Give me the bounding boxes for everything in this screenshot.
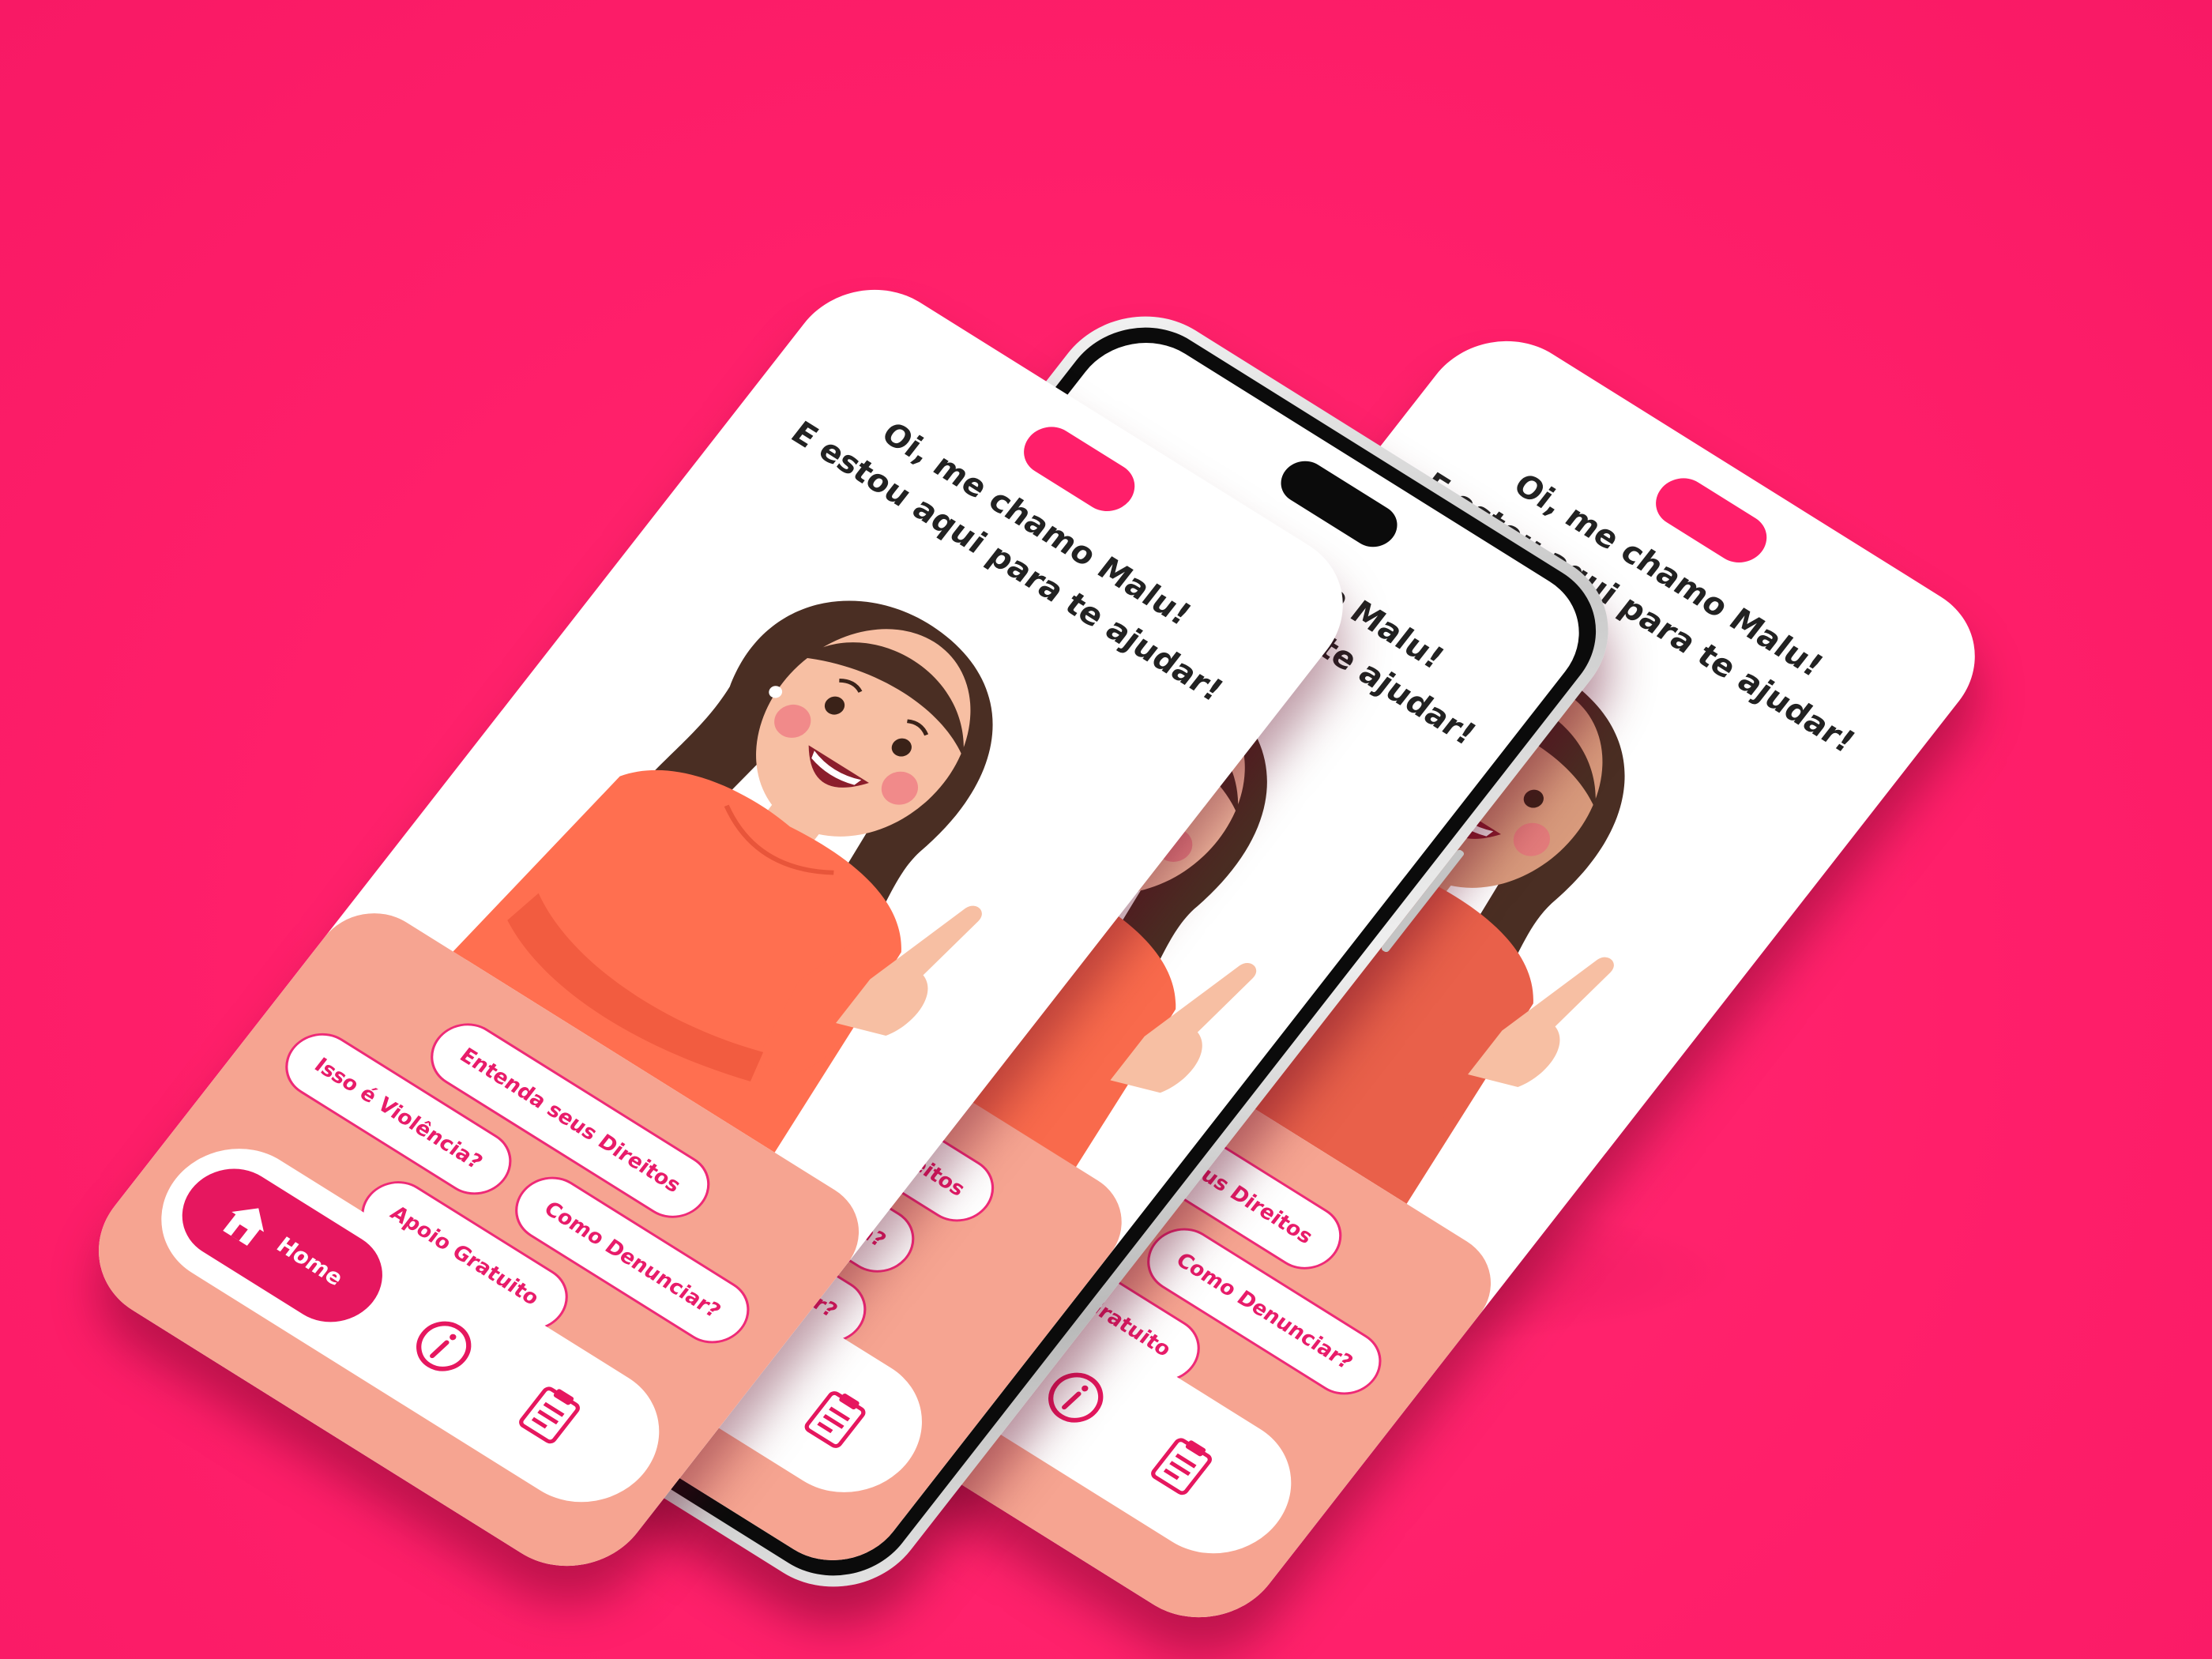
mockup-stage: Oi, me chamo Malu! E estou aqui para te … [0,0,2212,1659]
house-icon [223,1208,264,1246]
info-icon[interactable] [397,1304,490,1388]
clipboard-icon[interactable] [505,1371,597,1455]
clipboard-icon[interactable] [1137,1423,1229,1507]
clipboard-icon[interactable] [790,1376,882,1460]
nav-home-label: Home [271,1232,349,1291]
